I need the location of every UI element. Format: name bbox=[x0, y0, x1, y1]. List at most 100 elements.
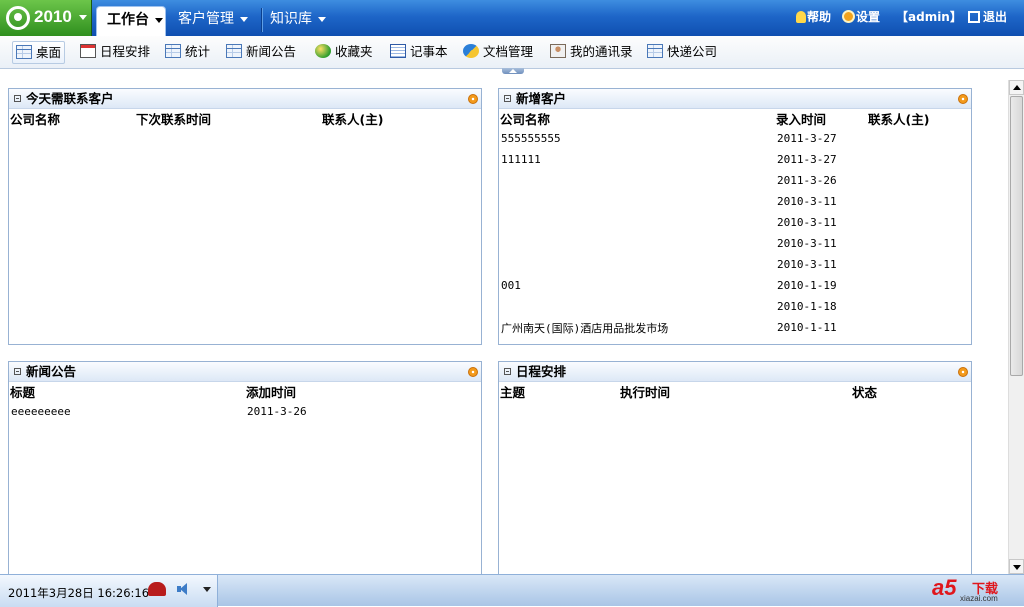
company-name[interactable]: 广州南天(国际)酒店用品批发市场 bbox=[499, 317, 775, 338]
table-row[interactable]: 2010-3-11 bbox=[499, 233, 971, 254]
table-row[interactable]: 2010-3-11 bbox=[499, 212, 971, 233]
scroll-down-button[interactable] bbox=[1009, 559, 1024, 574]
table-row[interactable]: 111111 2011-3-27 bbox=[499, 149, 971, 170]
company-name[interactable] bbox=[499, 233, 775, 254]
toolbar-schedule[interactable]: 日程安排 bbox=[77, 41, 153, 64]
contact-person bbox=[867, 254, 971, 275]
settings-icon[interactable] bbox=[468, 367, 478, 377]
toolbar-express[interactable]: 快递公司 bbox=[644, 41, 720, 64]
app-logo-menu[interactable]: 2010 bbox=[0, 0, 92, 36]
table-row[interactable]: 广州南天(国际)酒店用品批发市场 2010-1-11 bbox=[499, 317, 971, 338]
lightbulb-icon bbox=[796, 11, 806, 23]
table-row[interactable]: 2010-3-11 bbox=[499, 191, 971, 212]
tab-label: 工作台 bbox=[107, 12, 149, 28]
table-row[interactable]: 2010-3-11 bbox=[499, 254, 971, 275]
tab-label: 知识库 bbox=[270, 11, 312, 27]
entry-date: 2010-1-11 bbox=[777, 321, 837, 334]
scroll-up-button[interactable] bbox=[1009, 80, 1024, 95]
favorites-icon bbox=[315, 44, 331, 58]
chevron-down-icon bbox=[155, 17, 163, 23]
company-name[interactable]: 555555555 bbox=[499, 128, 775, 149]
table-row[interactable]: 001 2010-1-19 bbox=[499, 275, 971, 296]
notepad-icon bbox=[390, 44, 406, 58]
logout-label: 退出 bbox=[983, 10, 1008, 24]
toolbar-desktop[interactable]: 桌面 bbox=[12, 41, 66, 64]
company-name[interactable]: 001 bbox=[499, 275, 775, 296]
panel-today-contacts: 今天需联系客户 公司名称 下次联系时间 联系人(主) bbox=[8, 88, 482, 345]
entry-date: 2010-3-11 bbox=[777, 195, 837, 208]
column-header: 联系人(主) bbox=[868, 112, 930, 127]
settings-icon[interactable] bbox=[958, 367, 968, 377]
app-version: 2010 bbox=[34, 7, 72, 26]
vertical-scrollbar[interactable] bbox=[1008, 80, 1024, 574]
settings-link[interactable]: 设置 bbox=[842, 8, 880, 26]
collapse-icon[interactable] bbox=[14, 368, 21, 375]
tab-workbench[interactable]: 工作台 bbox=[96, 6, 166, 36]
toolbar-notepad[interactable]: 记事本 bbox=[387, 41, 451, 64]
toolbar-label: 统计 bbox=[185, 44, 211, 59]
collapse-icon[interactable] bbox=[504, 95, 511, 102]
panel-title: 日程安排 bbox=[516, 364, 567, 379]
help-link[interactable]: 帮助 bbox=[796, 8, 831, 26]
collapse-icon[interactable] bbox=[504, 368, 511, 375]
dashboard: 今天需联系客户 公司名称 下次联系时间 联系人(主) 新增客户 公司名称 录入时… bbox=[0, 74, 1008, 581]
phone-icon[interactable] bbox=[148, 582, 166, 596]
toolbar-statistics[interactable]: 统计 bbox=[162, 41, 213, 64]
toolbar-label: 文档管理 bbox=[483, 44, 534, 59]
collapse-icon[interactable] bbox=[14, 95, 21, 102]
toolbar-label: 日程安排 bbox=[100, 44, 151, 59]
table-row[interactable]: 2010-1-18 bbox=[499, 296, 971, 317]
chevron-down-icon[interactable] bbox=[203, 587, 211, 592]
entry-date: 2010-3-11 bbox=[777, 216, 837, 229]
toolbar-label: 我的通讯录 bbox=[570, 44, 633, 59]
table-row[interactable]: eeeeeeeee 2011-3-26 bbox=[9, 401, 481, 422]
current-user[interactable]: 【admin】 bbox=[896, 8, 962, 26]
watermark-url: xiazai.com bbox=[960, 594, 998, 603]
news-title[interactable]: eeeeeeeee bbox=[9, 401, 245, 422]
company-name[interactable] bbox=[499, 191, 775, 212]
toolbar: 桌面 日程安排 统计 新闻公告 收藏夹 记事本 文档管理 我的通讯录 快递公司 bbox=[0, 36, 1024, 69]
table-row[interactable]: 555555555 2011-3-27 bbox=[499, 128, 971, 149]
settings-label: 设置 bbox=[856, 10, 881, 24]
column-header: 录入时间 bbox=[776, 112, 827, 127]
settings-icon[interactable] bbox=[958, 94, 968, 104]
table-icon bbox=[647, 44, 663, 58]
tab-knowledge-base[interactable]: 知识库 bbox=[270, 6, 336, 36]
entry-date: 2010-3-11 bbox=[777, 237, 837, 250]
document-icon bbox=[463, 44, 479, 58]
chevron-down-icon bbox=[240, 16, 248, 22]
column-header: 联系人(主) bbox=[322, 112, 384, 127]
company-name[interactable] bbox=[499, 254, 775, 275]
company-name[interactable] bbox=[499, 170, 775, 191]
speaker-icon[interactable] bbox=[177, 583, 191, 595]
table-row[interactable]: 2011-3-26 bbox=[499, 170, 971, 191]
contacts-icon bbox=[550, 44, 566, 58]
tab-customer-management[interactable]: 客户管理 bbox=[178, 6, 258, 36]
settings-icon[interactable] bbox=[468, 94, 478, 104]
nav-divider bbox=[261, 8, 262, 32]
status-bar: 2011年3月28日 16:26:16 a5 下载 xiazai.com bbox=[0, 574, 1024, 607]
company-name[interactable]: 111111 bbox=[499, 149, 775, 170]
table-header-row: 标题 添加时间 bbox=[9, 382, 481, 401]
news-table: 标题 添加时间 eeeeeeeee 2011-3-26 bbox=[9, 382, 481, 422]
company-name[interactable] bbox=[499, 296, 775, 317]
contact-person bbox=[867, 149, 971, 170]
logo-icon bbox=[6, 6, 30, 30]
column-header: 状态 bbox=[852, 385, 878, 400]
datetime-display: 2011年3月28日 16:26:16 bbox=[8, 586, 150, 600]
toolbar-documents[interactable]: 文档管理 bbox=[460, 41, 536, 64]
column-header: 添加时间 bbox=[246, 385, 297, 400]
scroll-thumb[interactable] bbox=[1010, 96, 1023, 376]
panel-title: 新闻公告 bbox=[26, 364, 77, 379]
company-name[interactable] bbox=[499, 212, 775, 233]
toolbar-contacts[interactable]: 我的通讯录 bbox=[547, 41, 636, 64]
logout-link[interactable]: 退出 bbox=[968, 8, 1007, 26]
entry-date: 2010-3-11 bbox=[777, 258, 837, 271]
column-header: 主题 bbox=[500, 385, 526, 400]
table-icon bbox=[165, 44, 181, 58]
site-watermark: a5 下载 xiazai.com bbox=[932, 575, 1014, 605]
toolbar-favorites[interactable]: 收藏夹 bbox=[312, 41, 376, 64]
toolbar-news[interactable]: 新闻公告 bbox=[223, 41, 299, 64]
gear-icon bbox=[842, 10, 855, 23]
tab-label: 客户管理 bbox=[178, 11, 234, 27]
